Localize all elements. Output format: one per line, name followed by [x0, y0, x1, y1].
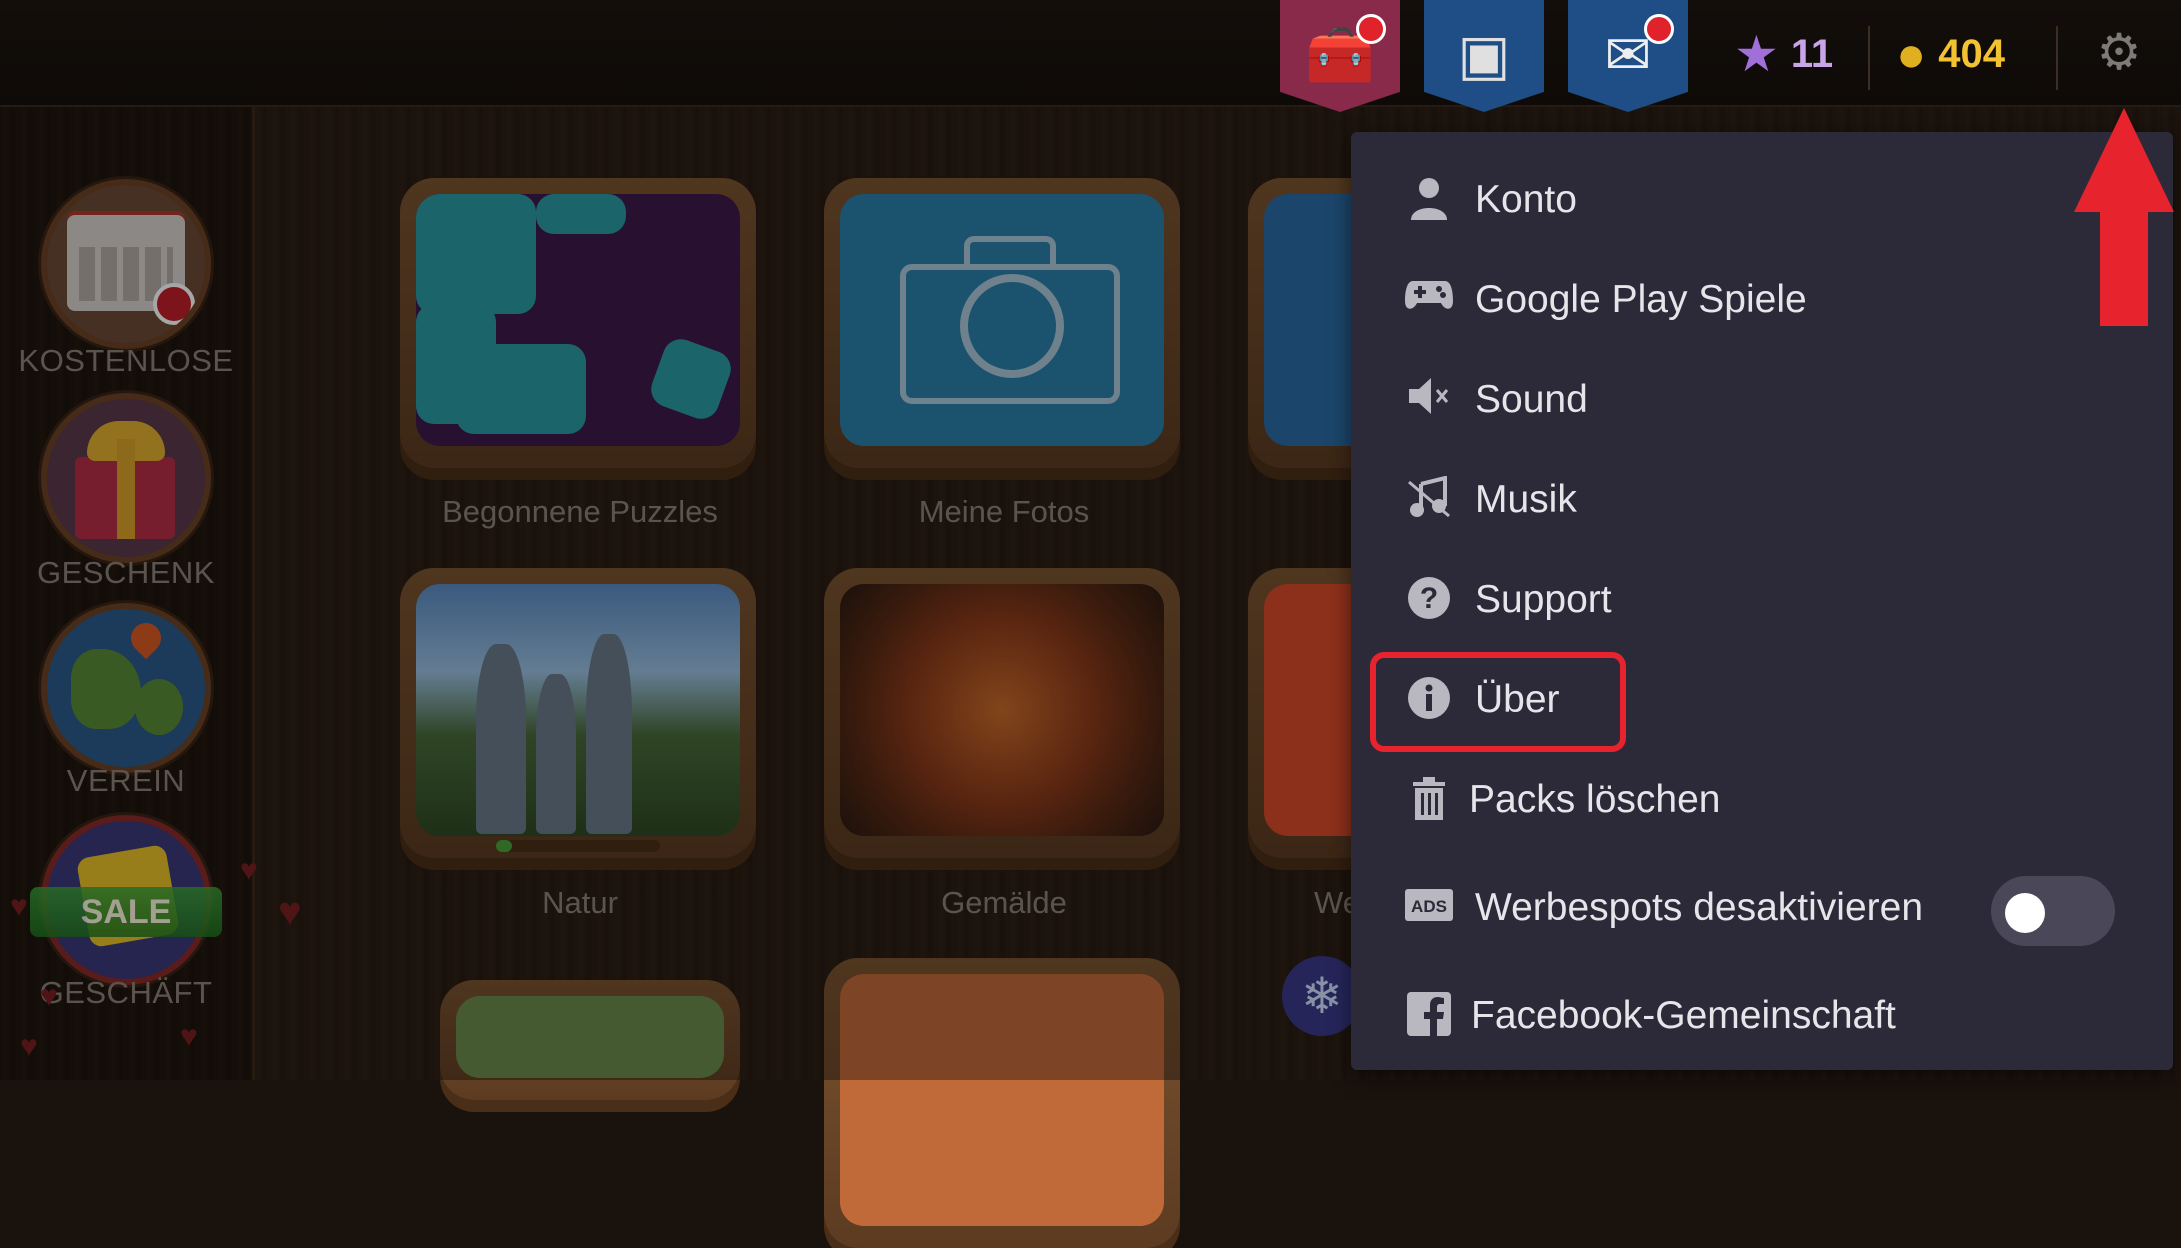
- settings-menu: Konto Google Play Spiele Sound Musik ? S…: [1351, 132, 2173, 1070]
- person-icon: [1405, 176, 1453, 224]
- svg-text:?: ?: [1420, 582, 1438, 615]
- divider: [1868, 26, 1870, 90]
- menu-item-facebook[interactable]: Facebook-Gemeinschaft: [1351, 970, 2173, 1060]
- menu-item-packs-loeschen[interactable]: Packs löschen: [1351, 754, 2173, 844]
- menu-item-sound[interactable]: Sound: [1351, 354, 2173, 444]
- facebook-icon: [1405, 992, 1453, 1040]
- speaker-muted-icon: [1405, 376, 1453, 424]
- menu-item-support[interactable]: ? Support: [1351, 554, 2173, 644]
- event-chest-button[interactable]: 🧰: [1280, 0, 1400, 120]
- star-icon: ★: [1734, 26, 1779, 82]
- stars-counter[interactable]: ★ 11: [1734, 26, 1833, 82]
- coins-counter[interactable]: ● 404: [1896, 26, 2005, 82]
- gamepad-icon: [1405, 276, 1453, 324]
- arrow-up-icon: [2074, 108, 2174, 326]
- mail-button[interactable]: ✉: [1568, 0, 1688, 120]
- notification-dot: [1356, 14, 1386, 44]
- ads-toggle[interactable]: [1991, 876, 2115, 946]
- ads-icon: ADS: [1405, 884, 1453, 932]
- highlight-box: [1370, 652, 1626, 752]
- music-off-icon: [1405, 475, 1453, 524]
- chest-button[interactable]: ▣: [1424, 0, 1544, 120]
- trash-icon: [1405, 776, 1453, 824]
- notification-dot: [1644, 14, 1674, 44]
- menu-item-google-play-spiele[interactable]: Google Play Spiele: [1351, 254, 2173, 344]
- menu-item-werbespots[interactable]: ADS Werbespots desaktivieren: [1351, 862, 2173, 952]
- menu-item-konto[interactable]: Konto: [1351, 154, 2173, 244]
- svg-text:ADS: ADS: [1411, 897, 1447, 916]
- coin-plus-icon: ●: [1896, 26, 1927, 82]
- toggle-knob: [2005, 893, 2045, 933]
- menu-item-musik[interactable]: Musik: [1351, 454, 2173, 544]
- chest-icon: ▣: [1457, 23, 1511, 86]
- help-icon: ?: [1405, 576, 1453, 624]
- divider: [2056, 26, 2058, 90]
- gear-icon[interactable]: ⚙: [2095, 27, 2143, 77]
